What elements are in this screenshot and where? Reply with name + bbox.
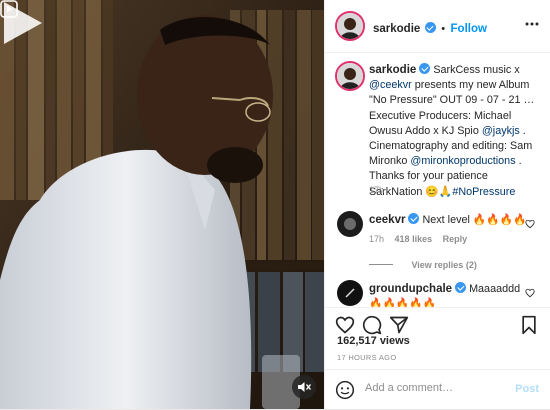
verified-badge-icon (455, 282, 467, 293)
header-title: sarkodie • Follow (373, 19, 487, 37)
mention-link[interactable]: @mironkoproductions (410, 155, 515, 167)
like-heart-icon[interactable] (335, 315, 355, 335)
post-header: sarkodie • Follow (325, 0, 550, 53)
hashtag-link[interactable]: #NoPressure (452, 186, 515, 198)
follow-button[interactable]: Follow (451, 23, 487, 35)
comments-list[interactable]: sarkodie SarkCess music x @ceekvr presen… (325, 53, 550, 307)
comment-body: Next level (422, 214, 470, 226)
divider (369, 264, 393, 265)
comment-input[interactable] (363, 381, 507, 395)
author-avatar[interactable] (335, 11, 365, 41)
post-sidebar: sarkodie • Follow sarkodie SarkCess musi… (324, 0, 550, 409)
comment-composer: Post (325, 369, 550, 410)
post-time-ago[interactable]: 17 HOURS AGO (337, 353, 396, 362)
comment-author[interactable]: ceekvr (369, 214, 405, 226)
avatar-image (337, 13, 363, 39)
comment-body: Maaaaddd (469, 283, 521, 295)
speaker-muted-icon (298, 382, 312, 392)
avatar-image (337, 280, 363, 306)
mention-link[interactable]: @ceekvr (369, 79, 412, 91)
comment-time[interactable]: 17h (369, 234, 384, 244)
view-count[interactable]: 162,517 views (337, 335, 410, 347)
caption-avatar[interactable] (335, 61, 365, 91)
share-paper-plane-icon[interactable] (389, 315, 409, 335)
video-player[interactable] (0, 0, 324, 409)
separator: • (441, 23, 446, 35)
post-comment-button[interactable]: Post (515, 383, 539, 395)
comment-text: ceekvr Next level 🔥🔥🔥🔥 (369, 213, 529, 228)
comment-author[interactable]: groundupchale (369, 283, 452, 295)
author-username[interactable]: sarkodie (373, 23, 420, 35)
play-icon[interactable] (0, 0, 44, 46)
comment-likes[interactable]: 418 likes (395, 234, 433, 244)
verified-badge-icon (408, 213, 420, 224)
more-options-icon[interactable] (525, 22, 539, 26)
commenter-avatar[interactable] (337, 280, 363, 306)
comment-bubble-icon[interactable] (362, 315, 382, 335)
caption-part: SarkCess music x (433, 64, 520, 76)
avatar-image (337, 211, 363, 237)
post-dialog: sarkodie • Follow sarkodie SarkCess musi… (0, 0, 550, 409)
save-bookmark-icon[interactable] (520, 315, 538, 335)
video-frame (0, 0, 324, 409)
verified-badge-icon (424, 22, 436, 33)
comment-meta: 17h 418 likes Reply (369, 234, 467, 244)
caption-time[interactable]: 17h (369, 185, 384, 195)
view-replies-label: View replies (2) (411, 260, 477, 270)
caption-author[interactable]: sarkodie (369, 64, 416, 76)
emoji-smiley-icon[interactable] (335, 380, 355, 400)
comment-text: groundupchale Maaaaddd 🔥🔥🔥🔥🔥 (369, 282, 529, 307)
view-replies-button[interactable]: View replies (2) (369, 255, 477, 273)
verified-badge-icon (419, 63, 431, 74)
like-comment-heart-icon[interactable] (525, 219, 535, 229)
reply-button[interactable]: Reply (443, 234, 468, 244)
mention-link[interactable]: @jaykjs (482, 125, 520, 137)
mute-button[interactable] (292, 375, 316, 399)
caption-emoji: 😊🙏 (425, 185, 453, 198)
comment-emoji: 🔥🔥🔥🔥🔥 (369, 298, 437, 307)
like-comment-heart-icon[interactable] (525, 288, 535, 298)
commenter-avatar[interactable] (337, 211, 363, 237)
caption-text: sarkodie SarkCess music x @ceekvr presen… (369, 63, 535, 200)
avatar-image (337, 63, 363, 89)
comment-emoji: 🔥🔥🔥🔥 (472, 214, 527, 226)
